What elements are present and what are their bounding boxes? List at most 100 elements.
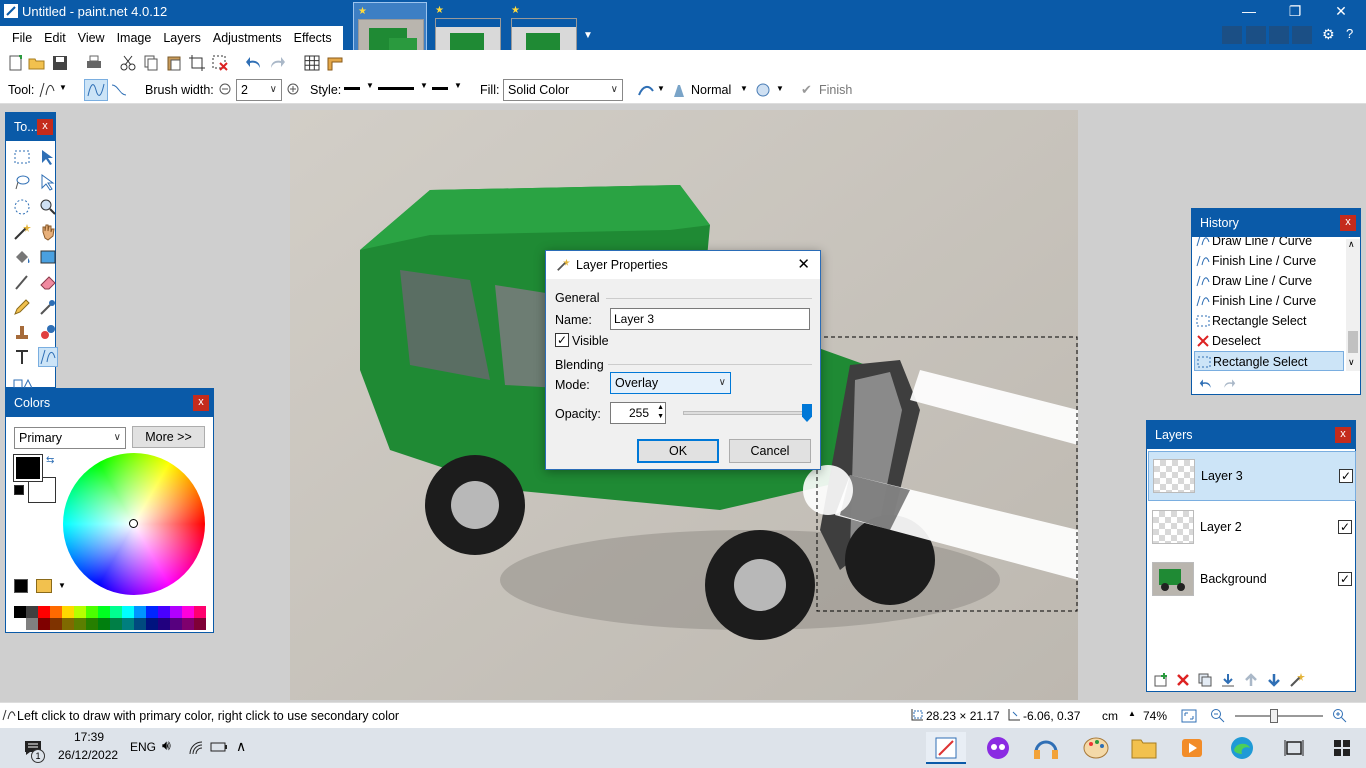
move-selection-icon[interactable]: [38, 172, 58, 192]
history-item-selected[interactable]: Rectangle Select: [1194, 351, 1344, 371]
wifi-icon[interactable]: [188, 740, 204, 756]
scrollbar-thumb[interactable]: [1348, 331, 1358, 353]
history-item[interactable]: Rectangle Select: [1194, 311, 1344, 331]
color-picker-icon[interactable]: [38, 297, 58, 317]
chevron-down-icon[interactable]: ▼: [740, 84, 748, 93]
layer-name-input[interactable]: Layer 3: [610, 308, 810, 330]
menu-adjustments[interactable]: Adjustments: [207, 26, 288, 50]
menu-layers[interactable]: Layers: [157, 26, 207, 50]
taskbar-start[interactable]: [1322, 732, 1362, 764]
tools-toggle-icon[interactable]: [1222, 26, 1242, 44]
menu-image[interactable]: Image: [111, 26, 158, 50]
layer-properties-icon[interactable]: [1289, 672, 1305, 688]
volume-icon[interactable]: 🔊︎: [162, 737, 171, 754]
selection-mode-icon[interactable]: [754, 81, 772, 99]
add-to-palette-icon[interactable]: [14, 579, 28, 593]
menu-edit[interactable]: Edit: [38, 26, 72, 50]
add-layer-icon[interactable]: [1153, 672, 1169, 688]
units-select[interactable]: cm: [1102, 709, 1118, 723]
opacity-input[interactable]: 255 ▲ ▼: [610, 402, 666, 424]
more-colors-button[interactable]: More >>: [132, 426, 205, 448]
taskbar-task-view[interactable]: [1274, 732, 1314, 764]
color-wheel[interactable]: [63, 453, 205, 595]
layer-row-selected[interactable]: Layer 3 ✓: [1148, 451, 1356, 501]
tab-list-chevron-icon[interactable]: ▼: [583, 30, 593, 41]
input-language[interactable]: ENG: [130, 740, 156, 754]
reset-colors-icon[interactable]: [14, 485, 24, 495]
battery-icon[interactable]: [210, 741, 228, 753]
history-item[interactable]: Draw Line / Curve: [1194, 237, 1344, 251]
opacity-slider-track[interactable]: [683, 411, 807, 415]
units-chevron-icon[interactable]: ▲: [1128, 709, 1136, 718]
swap-colors-icon[interactable]: ⇆: [46, 455, 54, 466]
blend-mode-dropdown[interactable]: Overlay ∨: [610, 372, 731, 394]
start-cap-select[interactable]: ▼: [344, 81, 374, 95]
fill-select[interactable]: Solid Color ∨: [503, 79, 623, 101]
taskbar-file-explorer[interactable]: [1124, 732, 1164, 764]
tools-panel-close-button[interactable]: x: [37, 119, 53, 135]
magic-wand-icon[interactable]: [12, 222, 32, 242]
zoom-to-window-icon[interactable]: [1181, 708, 1197, 724]
paste-icon[interactable]: [165, 54, 183, 72]
increase-width-icon[interactable]: [286, 82, 300, 96]
settings-gear-icon[interactable]: ⚙: [1322, 26, 1342, 44]
brush-width-select[interactable]: 2 ∨: [236, 79, 282, 101]
taskbar-audacity[interactable]: [1026, 732, 1066, 764]
colors-toggle-icon[interactable]: [1292, 26, 1312, 44]
primary-secondary-select[interactable]: Primary ∨: [14, 427, 126, 449]
clock-time[interactable]: 17:39: [74, 730, 104, 744]
color-wheel-cursor[interactable]: [129, 519, 138, 528]
restore-button[interactable]: ❐: [1272, 0, 1318, 24]
cancel-button[interactable]: Cancel: [729, 439, 811, 463]
rectangle-select-icon[interactable]: [12, 147, 32, 167]
delete-layer-icon[interactable]: [1175, 672, 1191, 688]
tool-dropdown-chevron-icon[interactable]: ▼: [59, 83, 67, 92]
duplicate-layer-icon[interactable]: [1197, 672, 1213, 688]
taskbar-edge[interactable]: [1222, 732, 1262, 764]
text-tool-icon[interactable]: [12, 347, 32, 367]
new-image-icon[interactable]: [7, 54, 25, 72]
layers-panel-close-button[interactable]: x: [1335, 427, 1351, 443]
opacity-slider-thumb[interactable]: [802, 404, 812, 422]
zoom-slider-track[interactable]: [1235, 715, 1323, 717]
copy-icon[interactable]: [142, 54, 160, 72]
merge-layer-down-icon[interactable]: [1220, 672, 1236, 688]
visible-checkbox[interactable]: ✓: [555, 333, 569, 347]
pencil-icon[interactable]: [12, 297, 32, 317]
clock-date[interactable]: 26/12/2022: [58, 748, 118, 762]
history-undo-icon[interactable]: [1198, 377, 1214, 391]
layer-visibility-checkbox[interactable]: ✓: [1339, 469, 1353, 483]
help-icon[interactable]: ?: [1346, 26, 1366, 44]
menu-view[interactable]: View: [72, 26, 111, 50]
bezier-mode-icon[interactable]: [110, 81, 128, 99]
history-item[interactable]: Finish Line / Curve: [1194, 251, 1344, 271]
recolor-icon[interactable]: [38, 322, 58, 342]
move-layer-up-icon[interactable]: [1243, 672, 1259, 688]
shape-draw-type-icon[interactable]: [637, 81, 655, 99]
redo-icon[interactable]: [268, 54, 286, 72]
cut-icon[interactable]: [119, 54, 137, 72]
history-item[interactable]: Finish Line / Curve: [1194, 291, 1344, 311]
zoom-icon[interactable]: [38, 197, 58, 217]
decrease-width-icon[interactable]: [218, 82, 232, 96]
history-scrollbar[interactable]: ∧ ∨: [1346, 239, 1360, 371]
pan-hand-icon[interactable]: [38, 222, 58, 242]
zoom-out-icon[interactable]: [1210, 708, 1226, 724]
deselect-icon[interactable]: [211, 54, 229, 72]
lasso-select-icon[interactable]: [12, 172, 32, 192]
finish-button[interactable]: Finish: [819, 83, 852, 97]
layer-visibility-checkbox[interactable]: ✓: [1338, 520, 1352, 534]
history-redo-icon[interactable]: [1221, 377, 1237, 391]
spline-mode-button[interactable]: [84, 79, 108, 101]
line-curve-tool-icon[interactable]: [38, 81, 56, 99]
ok-button[interactable]: OK: [637, 439, 719, 463]
line-style-select[interactable]: ▼: [378, 81, 428, 95]
line-curve-tool-selected[interactable]: [38, 347, 58, 367]
taskbar-app-2[interactable]: [978, 732, 1018, 764]
show-hidden-icons-chevron[interactable]: ∧: [236, 738, 246, 755]
crop-to-selection-icon[interactable]: [188, 54, 206, 72]
history-item[interactable]: Deselect: [1194, 331, 1344, 351]
layer-row[interactable]: Background ✓: [1148, 555, 1356, 605]
undo-icon[interactable]: [245, 54, 263, 72]
opacity-spinner-icon[interactable]: ▲ ▼: [657, 403, 664, 421]
